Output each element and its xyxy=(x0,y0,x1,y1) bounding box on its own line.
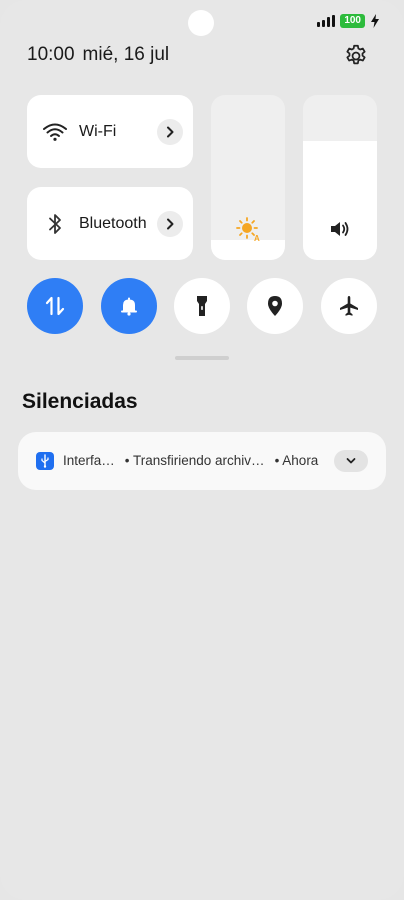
expand-chevron-down-icon[interactable] xyxy=(334,450,368,472)
notification-card[interactable]: Interfa… • Transfiriendo archiv… • Ahora xyxy=(18,432,386,490)
mobile-data-icon xyxy=(45,296,65,316)
drag-handle[interactable] xyxy=(175,356,229,360)
volume-slider[interactable] xyxy=(303,95,377,260)
charging-icon xyxy=(371,14,379,28)
airplane-icon xyxy=(340,296,358,316)
usb-icon xyxy=(36,452,54,470)
wifi-icon xyxy=(42,119,68,145)
status-bar: 100 xyxy=(317,14,380,28)
airplane-mode-toggle[interactable] xyxy=(321,278,377,334)
flashlight-icon xyxy=(197,296,207,316)
notification-text: Interfa… • Transfiriendo archiv… • Ahora xyxy=(63,453,318,468)
bell-icon xyxy=(121,297,137,316)
signal-icon xyxy=(317,15,336,27)
clock: 10:00 xyxy=(27,44,75,65)
speaker-icon xyxy=(327,216,353,242)
wifi-chevron-right-icon[interactable] xyxy=(157,118,183,145)
location-pin-icon xyxy=(268,296,282,316)
bluetooth-label: Bluetooth xyxy=(79,214,147,232)
location-toggle[interactable] xyxy=(247,278,303,334)
wifi-label: Wi-Fi xyxy=(79,122,117,140)
mobile-data-toggle[interactable] xyxy=(27,278,83,334)
date: mié, 16 jul xyxy=(82,44,170,65)
settings-gear-icon[interactable] xyxy=(343,43,369,69)
volume-level-fill xyxy=(303,141,377,260)
section-title-silenced: Silenciadas xyxy=(22,390,138,413)
quick-settings-screen: 100 10:00 mié, 16 jul Wi-Fi Bluetooth A … xyxy=(0,0,404,900)
battery-level: 100 xyxy=(340,14,365,28)
notification-time: • Ahora xyxy=(274,453,319,468)
notification-message: • Transfiriendo archiv… xyxy=(124,453,265,468)
brightness-level-fill xyxy=(211,240,285,260)
svg-text:A: A xyxy=(254,234,260,242)
bluetooth-icon xyxy=(42,211,68,237)
bluetooth-chevron-right-icon[interactable] xyxy=(157,210,183,237)
date-time: 10:00 mié, 16 jul xyxy=(27,44,169,66)
sound-toggle[interactable] xyxy=(101,278,157,334)
camera-cutout xyxy=(188,10,214,36)
notification-app-name: Interfa… xyxy=(63,453,115,468)
wifi-tile[interactable]: Wi-Fi xyxy=(27,95,193,168)
bluetooth-tile[interactable]: Bluetooth xyxy=(27,187,193,260)
auto-brightness-sun-icon: A xyxy=(235,216,261,242)
flashlight-toggle[interactable] xyxy=(174,278,230,334)
brightness-slider[interactable]: A xyxy=(211,95,285,260)
